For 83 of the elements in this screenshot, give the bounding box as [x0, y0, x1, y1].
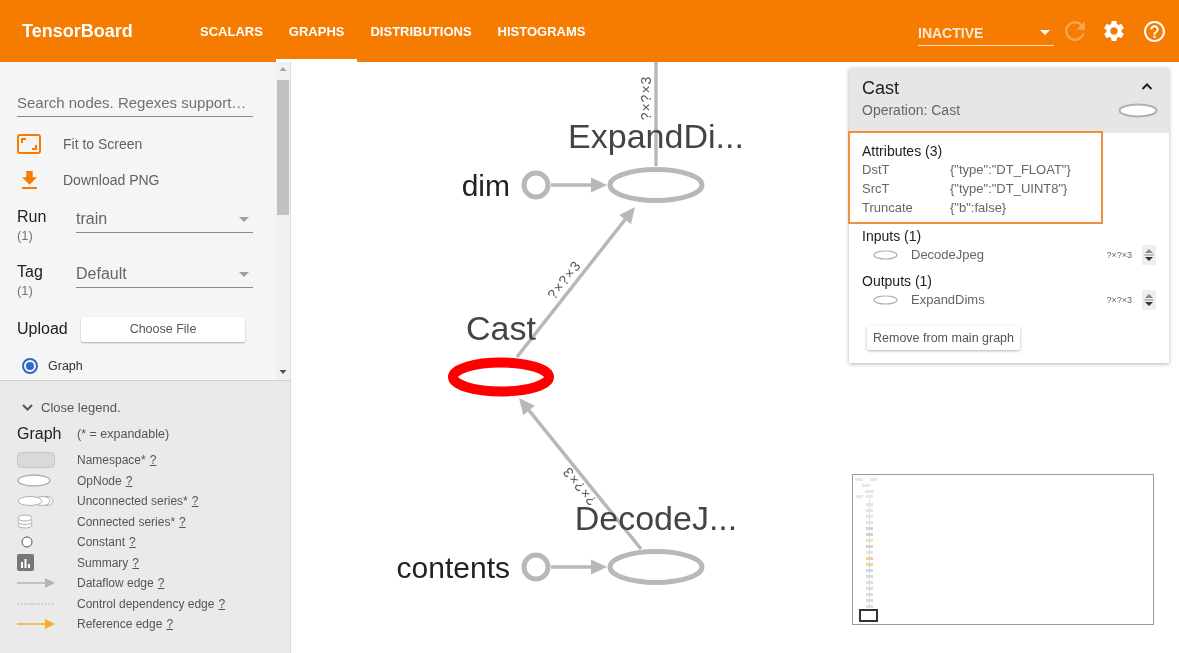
op-node-icon: [1118, 103, 1158, 118]
attribute-name: SrcT: [862, 180, 891, 198]
attribute-name: DstT: [862, 161, 891, 179]
connected-series-icon: [17, 514, 33, 530]
download-icon: [21, 171, 37, 189]
op-node[interactable]: [448, 357, 554, 397]
download-png-button[interactable]: Download PNG: [17, 162, 160, 198]
node-title: Cast: [862, 77, 899, 99]
legend-label: Control dependency edge: [77, 596, 215, 611]
help-icon[interactable]: [1144, 20, 1165, 42]
dataflow-edge: [551, 559, 607, 575]
op-node-icon: [17, 474, 51, 488]
help-link[interactable]: ?: [191, 494, 199, 509]
caret-icon: [239, 216, 249, 222]
help-link[interactable]: ?: [125, 473, 133, 488]
attribute-name: Truncate: [862, 199, 914, 217]
op-node[interactable]: [607, 167, 705, 203]
search-field[interactable]: Search nodes. Regexes support…: [17, 88, 253, 117]
reference-arrow-icon: [17, 619, 55, 630]
graph-type-radio[interactable]: Graph: [22, 356, 83, 376]
help-link[interactable]: ?: [157, 576, 165, 591]
op-node-icon: [873, 294, 898, 305]
legend-label: Namespace*: [77, 453, 146, 468]
node-label: Cast: [466, 309, 536, 347]
dropdown[interactable]: Default: [76, 261, 253, 288]
legend-label: Reference edge: [77, 617, 163, 632]
chevron-icon[interactable]: [1141, 82, 1153, 90]
node-label: dim: [461, 169, 510, 202]
legend-label: Unconnected series*: [77, 494, 188, 509]
up-down-arrows-icon[interactable]: [1142, 244, 1156, 265]
dropdown[interactable]: train: [76, 206, 253, 233]
legend-label: Connected series*: [77, 514, 176, 529]
aspect-frame-icon: [17, 134, 41, 154]
count-label: (1): [17, 283, 33, 299]
legend-label: OpNode: [77, 473, 122, 488]
help-link[interactable]: ?: [129, 535, 136, 550]
section-heading: Inputs (1): [862, 227, 923, 245]
settings-icon[interactable]: [1104, 21, 1124, 41]
help-link[interactable]: ?: [149, 453, 157, 468]
namespace-icon: [17, 452, 55, 469]
node-link[interactable]: ExpandDims: [911, 292, 985, 307]
op-node-icon: [873, 249, 898, 260]
node-operation: Operation: Cast: [862, 101, 961, 119]
attribute-value: {"b":false}: [950, 199, 1007, 217]
count-label: (1): [17, 228, 33, 244]
legend-title: Graph: [17, 425, 63, 443]
viewport-frame[interactable]: [859, 609, 878, 622]
legend-label: Dataflow edge: [77, 576, 154, 591]
attribute-value: {"type":"DT_UINT8"}: [950, 180, 1068, 198]
selector-label: Run: [17, 207, 47, 227]
unconnected-series-icon: [17, 495, 54, 508]
constant-node[interactable]: [521, 552, 551, 582]
section-heading: Attributes (3): [862, 142, 944, 160]
dataflow-edge: [551, 177, 607, 193]
selector-label: Tag: [17, 262, 43, 282]
choose-file-button[interactable]: Choose File: [81, 316, 245, 342]
op-node[interactable]: [607, 549, 705, 585]
dataflow-arrow-icon: [17, 578, 55, 589]
app-title: TensorBoard: [22, 20, 134, 42]
node-link[interactable]: DecodeJpeg: [911, 247, 984, 262]
upload-label: Upload: [17, 320, 69, 338]
close-legend-toggle[interactable]: Close legend.: [17, 397, 121, 417]
up-down-arrows-icon[interactable]: [1142, 289, 1156, 310]
legend-label: Constant: [77, 535, 126, 550]
help-link[interactable]: ?: [132, 555, 140, 570]
help-link[interactable]: ?: [218, 596, 226, 611]
tensor-shape-label: ?×?×3: [1106, 294, 1132, 305]
help-link[interactable]: ?: [166, 617, 174, 632]
constant-icon: [21, 536, 33, 549]
fit-to-screen-button[interactable]: Fit to Screen: [17, 126, 143, 162]
tensor-shape-label: ?×?×3: [1106, 249, 1132, 260]
legend-label: Summary: [77, 555, 129, 570]
attribute-value: {"type":"DT_FLOAT"}: [950, 161, 1071, 179]
constant-node[interactable]: [521, 170, 551, 200]
node-label: contents: [396, 551, 510, 584]
caret-icon: [239, 271, 249, 277]
legend-note: (* = expandable): [77, 427, 170, 441]
section-heading: Outputs (1): [862, 272, 934, 290]
remove-from-graph-button[interactable]: Remove from main graph: [867, 326, 1021, 350]
chevron-down-icon: [22, 403, 33, 411]
bar-chart-icon: [17, 554, 34, 572]
caret-icon: [1040, 30, 1050, 35]
help-link[interactable]: ?: [179, 514, 186, 529]
